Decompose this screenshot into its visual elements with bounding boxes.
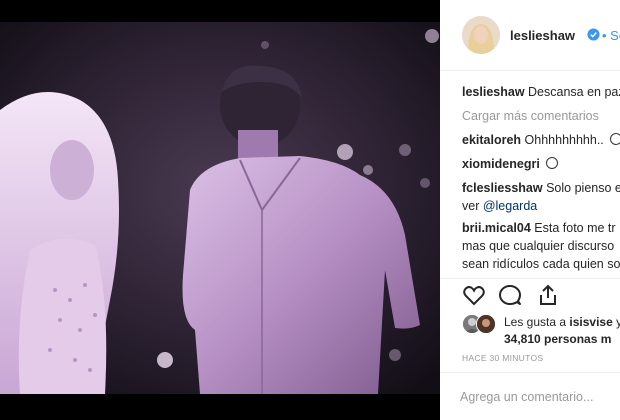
add-comment-bar (440, 372, 620, 420)
comment-text: Ohhhhhhhhh.. (524, 133, 604, 147)
comment-item: xiomidenegri (462, 157, 559, 171)
share-icon[interactable] (536, 283, 560, 307)
post-photo[interactable] (0, 0, 440, 420)
comment-continuation: ver @legarda (462, 199, 537, 213)
likes-suffix: y (616, 315, 620, 329)
comment-item: ekitaloreh Ohhhhhhhhh.. (462, 133, 620, 147)
caption-text: Descansa en paz (528, 85, 620, 99)
comment-continuation: mas que cualquier discurso (462, 239, 615, 253)
comments-list: leslieshaw Descansa en paz Cargar más co… (440, 71, 620, 281)
post-header: leslieshaw • Seguir (440, 0, 620, 71)
avatar[interactable] (462, 16, 500, 54)
caption: leslieshaw Descansa en paz (462, 85, 620, 99)
post-timestamp[interactable]: HACE 30 MINUTOS (462, 353, 543, 363)
likes-summary: Les gusta a isisvise y 34,810 personas m (440, 309, 620, 349)
comment-input[interactable] (460, 383, 620, 411)
avatar-image (462, 16, 500, 54)
emoji-icon (610, 133, 620, 145)
load-more-comments[interactable]: Cargar más comentarios (462, 109, 599, 123)
follow-label: Seguir (610, 28, 620, 43)
likes-text: Les gusta a isisvise y (504, 315, 620, 329)
post-sidebar: leslieshaw • Seguir leslieshaw Descansa … (440, 0, 620, 420)
comment-text: Esta foto me tr (534, 221, 616, 235)
photo-graphic (0, 0, 440, 420)
comment-text: ver (462, 199, 483, 213)
likes-prefix: Les gusta a (504, 315, 570, 329)
verified-badge-icon (587, 28, 600, 41)
comment-item: brii.mical04 Esta foto me tr (462, 221, 616, 235)
caption-username[interactable]: leslieshaw (462, 85, 525, 99)
mention-link[interactable]: @legarda (483, 199, 537, 213)
comment-icon[interactable] (498, 283, 522, 307)
post-actions (440, 278, 620, 309)
comment-text: Solo pienso en (546, 181, 620, 195)
avatar-image (477, 315, 495, 333)
liker-avatar (476, 314, 496, 334)
comment-continuation: sean ridículos cada quien so (462, 257, 620, 271)
heart-icon[interactable] (462, 283, 486, 307)
comment-username[interactable]: brii.mical04 (462, 221, 531, 235)
emoji-icon (546, 157, 559, 169)
post-username[interactable]: leslieshaw (510, 28, 575, 43)
comment-username[interactable]: xiomidenegri (462, 157, 540, 171)
follow-button[interactable]: • Seguir (602, 28, 620, 43)
liker-username[interactable]: isisvise (569, 315, 612, 329)
comment-item: fclesliesshaw Solo pienso en (462, 181, 620, 195)
likes-count[interactable]: 34,810 personas m (504, 332, 611, 346)
comment-username[interactable]: fclesliesshaw (462, 181, 543, 195)
comment-username[interactable]: ekitaloreh (462, 133, 521, 147)
